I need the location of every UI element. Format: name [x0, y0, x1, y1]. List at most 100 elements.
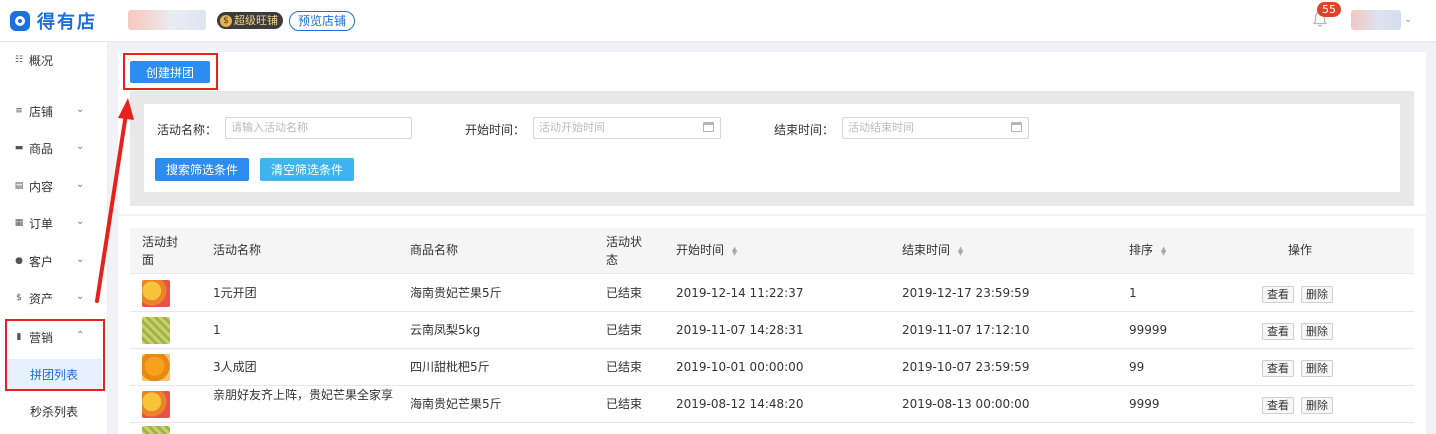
col-product-header: 商品名称	[410, 243, 459, 257]
end-time: 2019-08-13 00:00:00	[902, 397, 1030, 411]
view-button[interactable]: 查看	[1262, 397, 1294, 414]
user-avatar[interactable]	[1351, 10, 1401, 30]
activity-status: 已结束	[606, 286, 643, 300]
chevron-down-icon: ⌄	[76, 179, 85, 190]
delete-button[interactable]: 删除	[1301, 323, 1333, 340]
delete-button[interactable]: 删除	[1301, 397, 1333, 414]
view-button[interactable]: 查看	[1262, 323, 1294, 340]
logo-text: 得有店	[37, 12, 97, 33]
sidebar-item-label: 营销	[29, 330, 54, 345]
end-time: 2019-11-07 17:12:10	[902, 323, 1030, 337]
grid-icon: ☷	[14, 55, 24, 65]
sort-icon[interactable]: ▲ ▼	[958, 245, 963, 256]
sidebar-subitem-flash-sale-list[interactable]: 秒杀列表	[6, 396, 102, 426]
sidebar-subitem-label: 秒杀列表	[29, 404, 78, 419]
notification-count-badge: 55	[1317, 2, 1341, 17]
preview-shop-button[interactable]: 预览店铺	[289, 11, 356, 31]
col-status-header: 活动状 态	[606, 233, 642, 269]
sidebar-subitem-group-buy-list[interactable]: 拼团列表	[6, 359, 102, 389]
start-time: 2019-10-01 00:00:00	[676, 360, 804, 374]
shop-avatar[interactable]	[128, 10, 206, 30]
start-time: 2019-08-12 14:48:20	[676, 397, 804, 411]
view-button[interactable]: 查看	[1262, 286, 1294, 303]
activity-cover-image	[142, 426, 170, 434]
sort-order: 99999	[1129, 323, 1168, 337]
activity-status: 已结束	[606, 397, 643, 411]
sort-icon[interactable]: ▲ ▼	[732, 245, 737, 256]
start-time-input[interactable]: 活动开始时间	[533, 117, 721, 139]
sidebar-item-customers[interactable]: ● 客户 ⌄	[0, 246, 108, 276]
customer-icon: ●	[15, 256, 23, 266]
sidebar-item-orders[interactable]: ▦ 订单 ⌄	[0, 208, 108, 238]
delete-button[interactable]: 删除	[1301, 286, 1333, 303]
product-name: 四川甜枇杷5斤	[410, 360, 490, 374]
start-time: 2019-12-14 11:22:37	[676, 286, 804, 300]
sidebar-item-marketing[interactable]: ▮ 营销 ⌃	[0, 322, 108, 352]
sort-icon[interactable]: ▲ ▼	[1161, 245, 1166, 256]
coin-icon: $	[220, 14, 232, 27]
activity-status: 已结束	[606, 323, 643, 337]
product-name: 云南凤梨5kg	[410, 323, 481, 337]
start-time: 2019-11-07 14:28:31	[676, 323, 804, 337]
sidebar-item-label: 资产	[29, 291, 54, 306]
bar-chart-icon: ▮	[16, 332, 22, 342]
sidebar-subitem-label: 拼团列表	[29, 367, 78, 382]
end-time-input[interactable]: 活动结束时间	[842, 117, 1029, 139]
end-time: 2019-10-07 23:59:59	[902, 360, 1030, 374]
col-status-header-line1: 活动状	[606, 235, 643, 249]
clear-filter-button[interactable]: 清空筛选条件	[260, 158, 354, 181]
table-row: 1元开团 海南贵妃芒果5斤 已结束 2019-12-14 11:22:37 20…	[130, 275, 1414, 312]
calendar-icon	[1011, 122, 1022, 132]
end-time: 2019-12-17 23:59:59	[902, 286, 1030, 300]
logo[interactable]: 得有店	[10, 9, 97, 33]
activity-name-input[interactable]: 请输入活动名称	[225, 117, 412, 139]
activity-cover-image	[142, 280, 170, 307]
start-time-label: 开始时间：	[465, 123, 526, 137]
col-start-header[interactable]: 开始时间 ▲ ▼	[676, 241, 737, 259]
delete-button[interactable]: 删除	[1301, 360, 1333, 377]
activity-cover-image	[142, 391, 170, 418]
col-ops-header: 操作	[1288, 243, 1313, 257]
product-name: 海南贵妃芒果5斤	[410, 286, 502, 300]
store-icon: ≡	[15, 106, 23, 116]
sidebar: ☷ 概况 ≡ 店铺 ⌄ ▬ 商品 ⌄ ▤ 内容 ⌄ ▦ 订单 ⌄ ● 客户 ⌄ …	[0, 42, 108, 434]
table-header: 活动封 面 活动名称 商品名称 活动状 态 开始时间 ▲ ▼ 结束时间 ▲ ▼ 排序…	[130, 228, 1414, 274]
view-button[interactable]: 查看	[1262, 360, 1294, 377]
shop-level-label: 超级旺铺	[234, 14, 278, 27]
create-group-buy-button[interactable]: 创建拼团	[130, 61, 210, 83]
search-filter-button[interactable]: 搜索筛选条件	[155, 158, 249, 181]
chevron-down-icon: ⌄	[76, 254, 85, 265]
sidebar-item-assets[interactable]: $ 资产 ⌄	[0, 283, 108, 313]
calendar-icon	[703, 122, 714, 132]
col-cover-header-line1: 活动封	[142, 235, 179, 249]
col-end-header-label: 结束时间	[902, 243, 951, 257]
sort-order: 1	[1129, 286, 1137, 300]
sidebar-item-store[interactable]: ≡ 店铺 ⌄	[0, 96, 108, 126]
activity-name-label: 活动名称：	[157, 123, 218, 137]
col-sort-header[interactable]: 排序 ▲ ▼	[1129, 241, 1166, 259]
table-row: 亲朋好友齐上阵，贵妃芒果全家享 海南贵妃芒果5斤 已结束 2019-08-12 …	[130, 386, 1414, 423]
activity-name: 1	[213, 323, 221, 337]
chevron-down-icon[interactable]: ⌄	[1404, 14, 1412, 25]
col-end-header[interactable]: 结束时间 ▲ ▼	[902, 241, 963, 259]
asset-icon: $	[16, 293, 22, 303]
table-row-partial	[130, 423, 1414, 434]
sidebar-item-label: 内容	[29, 179, 54, 194]
sidebar-item-label: 商品	[29, 141, 54, 156]
activity-name-placeholder: 请输入活动名称	[231, 121, 308, 134]
activity-name: 1元开团	[213, 286, 257, 300]
logo-icon	[10, 11, 30, 31]
table-row: 3人成团 四川甜枇杷5斤 已结束 2019-10-01 00:00:00 201…	[130, 349, 1414, 386]
col-sort-header-label: 排序	[1129, 243, 1154, 257]
col-start-header-label: 开始时间	[676, 243, 725, 257]
order-icon: ▦	[14, 218, 24, 228]
sidebar-item-overview[interactable]: ☷ 概况	[0, 45, 108, 75]
chevron-up-icon: ⌃	[76, 330, 85, 341]
goods-icon: ▬	[14, 143, 24, 153]
sidebar-item-content[interactable]: ▤ 内容 ⌄	[0, 171, 108, 201]
sidebar-item-goods[interactable]: ▬ 商品 ⌄	[0, 133, 108, 163]
start-time-placeholder: 活动开始时间	[539, 121, 605, 134]
top-bar: 得有店 $ 超级旺铺 预览店铺 55 ⌄	[0, 0, 1436, 42]
col-cover-header: 活动封 面	[142, 233, 178, 269]
chevron-down-icon: ⌄	[76, 216, 85, 227]
